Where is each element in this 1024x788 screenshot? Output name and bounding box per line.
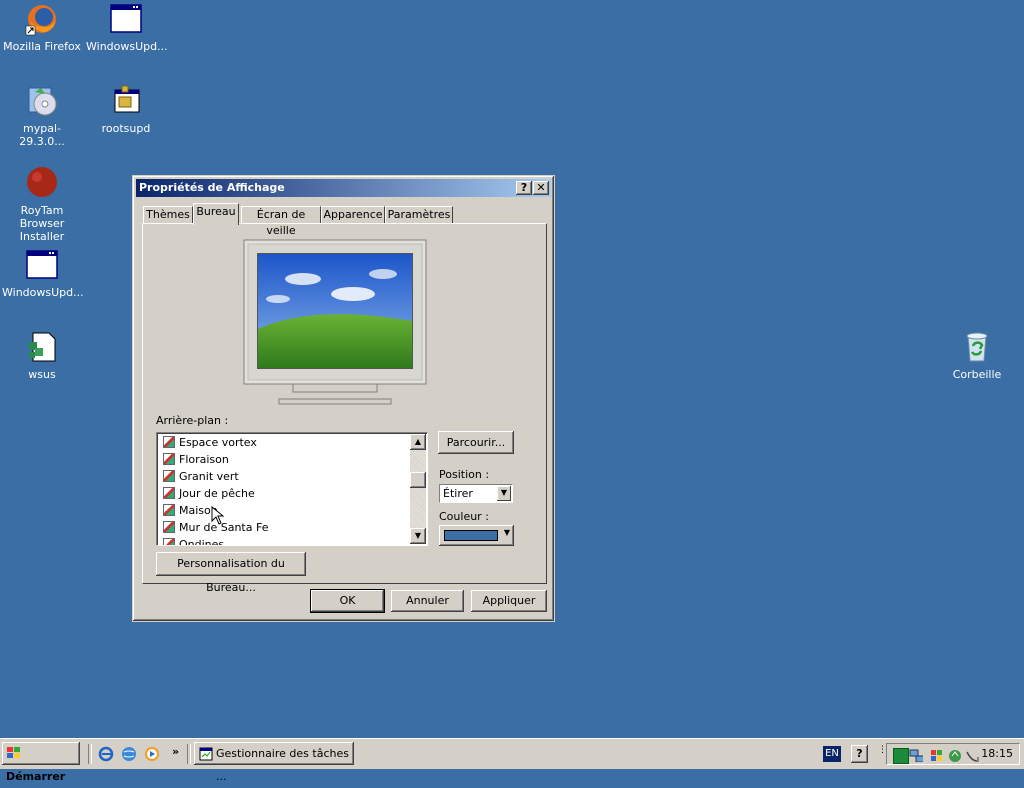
tab-themes[interactable]: Thèmes [143,206,193,224]
network-icon[interactable] [909,748,923,762]
taskbar: Démarrer » Gestionnaire des tâches ... E… [0,738,1024,783]
ie-globe-icon[interactable] [121,746,137,762]
window-app-icon [109,2,143,36]
image-file-icon [163,453,175,465]
desktop-icon-rootsupd[interactable]: rootsupd [86,84,166,135]
desktop-icon-label: rootsupd [101,122,151,135]
taskbar-task-task-manager[interactable]: Gestionnaire des tâches ... [194,742,354,783]
media-player-icon[interactable] [144,746,160,762]
desktop-icon-wsus[interactable]: wsus [2,330,82,381]
image-file-icon [163,538,175,545]
tab-bureau[interactable]: Bureau [193,203,239,225]
recycle-bin-icon [960,330,994,364]
start-button[interactable]: Démarrer [2,742,80,783]
background-listbox[interactable]: Espace vortex Floraison Granit vert Jour… [156,432,428,546]
monitor-preview [243,239,427,405]
background-label: Arrière-plan : [156,414,229,427]
image-file-icon [163,436,175,448]
scroll-thumb[interactable] [410,472,426,488]
tab-settings[interactable]: Paramètres [385,206,453,224]
customize-desktop-button[interactable]: Personnalisation du Bureau... [156,552,306,594]
window-app-icon [25,248,59,282]
color-label: Couleur : [439,510,489,523]
desktop-icon-windowsupdate-2[interactable]: WindowsUpd... [2,248,84,299]
position-value: Étirer [443,487,473,500]
image-file-icon [163,470,175,482]
quicklaunch-divider [88,744,92,764]
setup-icon [109,84,143,118]
list-item[interactable]: Floraison [163,451,229,468]
color-picker-button[interactable]: ▼ [439,525,514,546]
installer-cd-icon [25,84,59,118]
desktop-icon-roytam[interactable]: RoyTam Browser Installer [2,166,82,243]
tab-screensaver[interactable]: Écran de veille [241,206,321,237]
recycle-tray-icon[interactable] [947,748,961,762]
quicklaunch-more-button[interactable]: » [172,745,179,758]
list-item[interactable]: Jour de pêche [163,485,255,502]
green-status-icon[interactable] [893,748,909,764]
help-button[interactable]: ? [516,181,532,195]
browse-button[interactable]: Parcourir... [438,431,514,454]
clock[interactable]: 18:15 [981,747,1013,760]
ie-browser-icon[interactable] [98,746,114,762]
windows-logo-icon [7,747,20,758]
mouse-cursor-icon [211,506,225,525]
desktop-icon-windowsupdate-1[interactable]: WindowsUpd... [86,2,168,53]
position-label: Position : [439,468,490,481]
task-divider [187,744,191,764]
desktop-icon-label: RoyTam Browser Installer [19,204,65,243]
desktop-icon-label: wsus [28,368,56,381]
close-button[interactable]: ✕ [533,181,549,195]
cancel-button[interactable]: Annuler [391,590,464,612]
desktop-icon-firefox[interactable]: Mozilla Firefox [2,2,82,53]
chevron-down-icon: ▼ [503,528,510,537]
list-item[interactable]: Ondines [163,536,224,545]
list-scrollbar[interactable]: ▲ ▼ [410,434,426,544]
apply-button[interactable]: Appliquer [471,590,547,612]
language-indicator[interactable]: EN [823,746,841,762]
desktop-icon-label: WindowsUpd... [86,40,168,53]
desktop-icon-label: Corbeille [952,368,1002,381]
tab-appearance[interactable]: Apparence [321,206,385,224]
desktop-icon-label: WindowsUpd... [2,286,84,299]
display-properties-window: Propriétés de Affichage ? ✕ Thèmes Burea… [132,175,555,622]
desktop-icon-recycle-bin[interactable]: Corbeille [937,330,1017,381]
image-file-icon [163,487,175,499]
script-icon [25,330,59,364]
image-file-icon [163,504,175,516]
window-title: Propriétés de Affichage [139,181,285,194]
desktop-icon-label: Mozilla Firefox [3,40,81,53]
list-item[interactable]: Espace vortex [163,434,257,451]
cable-icon[interactable] [965,748,979,762]
roytam-ball-icon [25,166,59,200]
desktop-icon-mypal[interactable]: mypal-29.3.0... [2,84,82,148]
update-shield-icon[interactable] [929,748,943,762]
firefox-icon [25,2,59,36]
chevron-down-icon[interactable]: ▼ [497,486,511,501]
monitor-icon [243,239,427,405]
position-select[interactable]: Étirer ▼ [439,484,513,503]
list-item[interactable]: Granit vert [163,468,239,485]
list-item[interactable]: Maison [163,502,218,519]
ok-button[interactable]: OK [310,589,385,613]
image-file-icon [163,521,175,533]
task-manager-icon [199,747,213,761]
system-tray: 18:15 [886,743,1020,765]
color-swatch [444,530,498,541]
scroll-down-button[interactable]: ▼ [410,528,426,544]
scroll-up-button[interactable]: ▲ [410,434,426,450]
title-bar[interactable]: Propriétés de Affichage ? ✕ [136,179,551,197]
language-help-button[interactable]: ? [851,745,868,763]
desktop-icon-label: mypal-29.3.0... [19,122,65,148]
